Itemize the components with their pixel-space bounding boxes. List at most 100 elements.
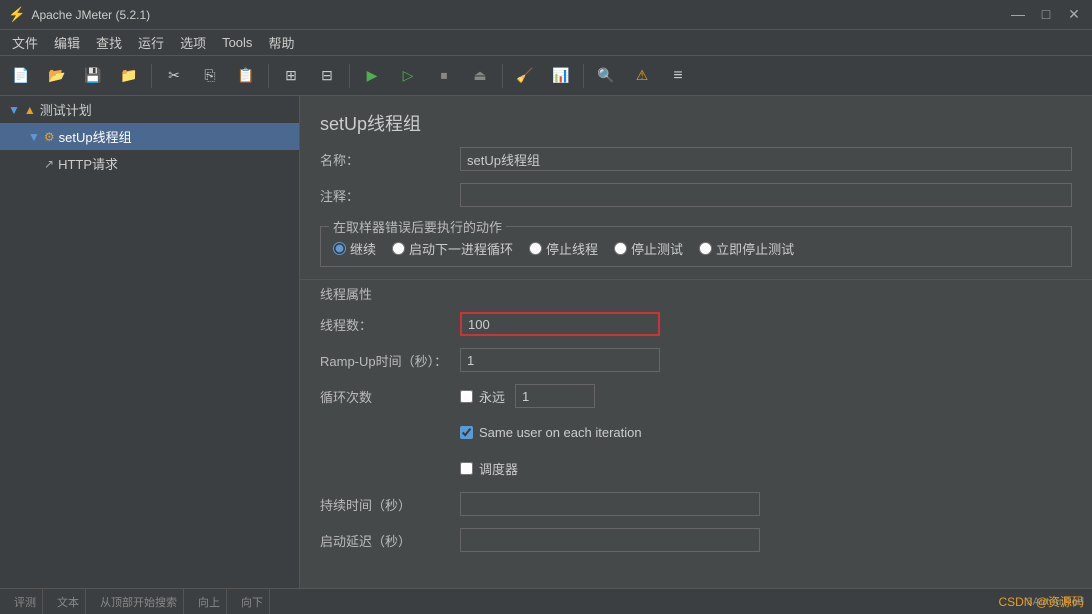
radio-stop-now[interactable]: 立即停止测试 bbox=[699, 239, 794, 258]
expand-button[interactable] bbox=[274, 60, 308, 92]
radio-stop-thread-input[interactable] bbox=[529, 242, 542, 255]
toolbar-sep-1 bbox=[151, 64, 152, 88]
menu-tools[interactable]: Tools bbox=[214, 32, 260, 53]
radio-stop-test-input[interactable] bbox=[614, 242, 627, 255]
delay-input[interactable] bbox=[460, 528, 760, 552]
duration-label: 持续时间（秒） bbox=[320, 495, 460, 514]
comment-label: 注释： bbox=[320, 186, 460, 205]
radio-stop-now-label: 立即停止测试 bbox=[716, 239, 794, 258]
toolbar-sep-3 bbox=[349, 64, 350, 88]
right-panel: setUp线程组 名称： 注释： 在取样器错误后要执行的动作 继续 bbox=[300, 96, 1092, 588]
radio-stop-now-input[interactable] bbox=[699, 242, 712, 255]
radio-group: 继续 启动下一进程循环 停止线程 停止测试 立即停止测试 bbox=[333, 235, 1059, 258]
rampup-row: Ramp-Up时间（秒）： bbox=[320, 347, 1072, 373]
list-button[interactable] bbox=[661, 60, 695, 92]
comment-input[interactable] bbox=[460, 183, 1072, 207]
close-button[interactable]: ✕ bbox=[1064, 6, 1084, 23]
window-controls: — □ ✕ bbox=[1008, 6, 1084, 23]
cut-button[interactable] bbox=[157, 60, 191, 92]
warn-button[interactable] bbox=[625, 60, 659, 92]
tree-item-httprequest-label: HTTP请求 bbox=[58, 154, 118, 173]
panel-title: setUp线程组 bbox=[300, 96, 1092, 146]
status-search-top: 从顶部开始搜索 bbox=[94, 589, 184, 614]
radio-stop-test[interactable]: 停止测试 bbox=[614, 239, 683, 258]
open-button[interactable] bbox=[40, 60, 74, 92]
status-text: 文本 bbox=[51, 589, 86, 614]
menu-edit[interactable]: 编辑 bbox=[46, 30, 88, 55]
csdn-watermark: CSDN @资源码 bbox=[998, 593, 1084, 610]
toolbar bbox=[0, 56, 1092, 96]
paste-button[interactable] bbox=[229, 60, 263, 92]
toolbar-sep-4 bbox=[502, 64, 503, 88]
arrow-icon: ↗ bbox=[44, 157, 54, 171]
same-user-checkbox[interactable]: Same user on each iteration bbox=[460, 425, 642, 440]
radio-continue-input[interactable] bbox=[333, 242, 346, 255]
duration-input[interactable] bbox=[460, 492, 760, 516]
left-panel: ▼ ▲ 测试计划 ▼ ⚙ setUp线程组 ↗ HTTP请求 bbox=[0, 96, 300, 588]
comment-row: 注释： bbox=[320, 182, 1072, 208]
tree-item-testplan[interactable]: ▼ ▲ 测试计划 bbox=[0, 96, 299, 123]
radio-continue-label: 继续 bbox=[350, 239, 376, 258]
tree-item-threadgroup[interactable]: ▼ ⚙ setUp线程组 bbox=[0, 123, 299, 150]
tree-item-testplan-label: 测试计划 bbox=[40, 100, 92, 119]
menu-help[interactable]: 帮助 bbox=[260, 30, 302, 55]
stop-all-button[interactable] bbox=[463, 60, 497, 92]
minimize-button[interactable]: — bbox=[1008, 6, 1028, 23]
thread-count-row: 线程数： bbox=[320, 311, 1072, 337]
tree-item-httprequest[interactable]: ↗ HTTP请求 bbox=[0, 150, 299, 177]
loop-forever-input[interactable] bbox=[460, 390, 473, 403]
thread-count-label: 线程数： bbox=[320, 315, 460, 334]
save-button[interactable] bbox=[76, 60, 110, 92]
menu-run[interactable]: 运行 bbox=[130, 30, 172, 55]
same-user-row: Same user on each iteration bbox=[320, 419, 1072, 445]
radio-next-loop-label: 启动下一进程循环 bbox=[409, 239, 513, 258]
loop-forever-checkbox[interactable]: 永远 bbox=[460, 387, 505, 406]
app-title: Apache JMeter (5.2.1) bbox=[31, 8, 1084, 22]
error-action-group: 在取样器错误后要执行的动作 继续 启动下一进程循环 停止线程 停止测试 bbox=[320, 226, 1072, 267]
menu-options[interactable]: 选项 bbox=[172, 30, 214, 55]
main-layout: ▼ ▲ 测试计划 ▼ ⚙ setUp线程组 ↗ HTTP请求 setUp线程组 … bbox=[0, 96, 1092, 588]
saveas-button[interactable] bbox=[112, 60, 146, 92]
triangle-icon: ▼ bbox=[8, 103, 20, 117]
run-selected-button[interactable] bbox=[391, 60, 425, 92]
scheduler-label: 调度器 bbox=[479, 459, 518, 478]
rampup-label: Ramp-Up时间（秒）： bbox=[320, 351, 460, 370]
toolbar-sep-5 bbox=[583, 64, 584, 88]
duration-row: 持续时间（秒） bbox=[320, 491, 1072, 517]
report-button[interactable] bbox=[544, 60, 578, 92]
new-button[interactable] bbox=[4, 60, 38, 92]
name-row: 名称： bbox=[320, 146, 1072, 172]
radio-continue[interactable]: 继续 bbox=[333, 239, 376, 258]
name-input[interactable] bbox=[460, 147, 1072, 171]
status-bar: 评测 文本 从顶部开始搜索 向上 向下 3AutouiRod CSDN @资源码 bbox=[0, 588, 1092, 614]
maximize-button[interactable]: □ bbox=[1036, 6, 1056, 23]
thread-props-section: 线程数： Ramp-Up时间（秒）： 循环次数 永远 bbox=[300, 311, 1092, 571]
collapse-button[interactable] bbox=[310, 60, 344, 92]
menu-find[interactable]: 查找 bbox=[88, 30, 130, 55]
rampup-input[interactable] bbox=[460, 348, 660, 372]
status-evaluate: 评测 bbox=[8, 589, 43, 614]
copy-button[interactable] bbox=[193, 60, 227, 92]
radio-stop-thread-label: 停止线程 bbox=[546, 239, 598, 258]
stop-button[interactable] bbox=[427, 60, 461, 92]
run-button[interactable] bbox=[355, 60, 389, 92]
scheduler-checkbox[interactable]: 调度器 bbox=[460, 459, 518, 478]
same-user-input[interactable] bbox=[460, 426, 473, 439]
toolbar-sep-2 bbox=[268, 64, 269, 88]
radio-stop-test-label: 停止测试 bbox=[631, 239, 683, 258]
loop-forever-label: 永远 bbox=[479, 387, 505, 406]
loop-count-row: 循环次数 永远 bbox=[320, 383, 1072, 409]
clear-button[interactable] bbox=[508, 60, 542, 92]
loop-count-input[interactable] bbox=[515, 384, 595, 408]
app-icon: ⚡ bbox=[8, 6, 25, 23]
scheduler-input[interactable] bbox=[460, 462, 473, 475]
name-label: 名称： bbox=[320, 150, 460, 169]
radio-next-loop-input[interactable] bbox=[392, 242, 405, 255]
search-button[interactable] bbox=[589, 60, 623, 92]
status-up: 向上 bbox=[192, 589, 227, 614]
radio-next-loop[interactable]: 启动下一进程循环 bbox=[392, 239, 513, 258]
radio-stop-thread[interactable]: 停止线程 bbox=[529, 239, 598, 258]
collapse-icon: ▼ bbox=[28, 130, 40, 144]
menu-file[interactable]: 文件 bbox=[4, 30, 46, 55]
thread-count-input[interactable] bbox=[460, 312, 660, 336]
